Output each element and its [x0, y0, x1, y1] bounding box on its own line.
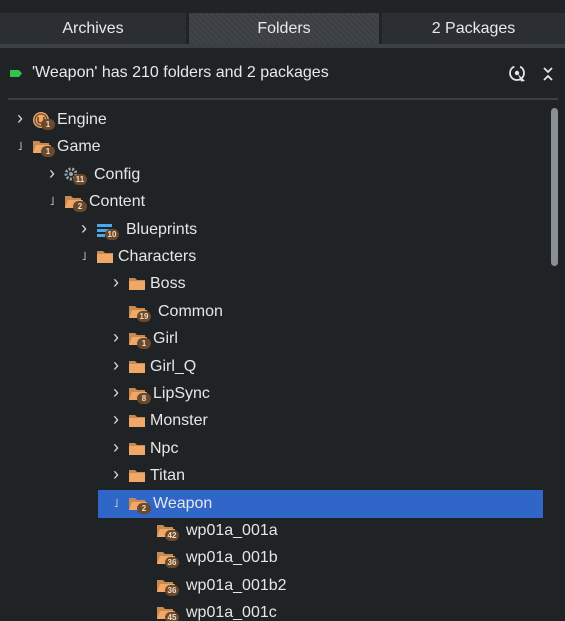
tree-item-boss[interactable]: › Boss [0, 271, 545, 297]
tree-item-wp01a-001b2[interactable]: 36 wp01a_001b2 [0, 573, 545, 599]
tree-item-label: Monster [150, 412, 208, 430]
item-count-badge: 36 [165, 557, 179, 569]
tree-item-config[interactable]: › 11 Config [0, 162, 545, 188]
locate-button[interactable] [508, 64, 528, 84]
chevron-right-icon[interactable]: › [111, 438, 121, 457]
item-count-badge: 1 [41, 119, 55, 130]
tree-item-girl-q[interactable]: › Girl_Q [0, 354, 545, 380]
chevron-down-icon[interactable]: ˩ [15, 137, 25, 155]
collapse-all-button[interactable] [540, 64, 556, 84]
header-divider [8, 98, 558, 100]
tab-folders[interactable]: Folders [189, 13, 379, 44]
chevron-right-icon[interactable]: › [15, 109, 25, 128]
tree-item-weapon[interactable]: ˩ 2 Weapon [0, 489, 545, 518]
tree-item-label: Engine [57, 111, 107, 128]
tree-item-label: LipSync [153, 385, 210, 402]
tree-item-label: Content [89, 193, 146, 211]
item-count-badge: 8 [137, 393, 151, 404]
chevron-right-icon[interactable]: › [111, 328, 121, 347]
tree-item-common[interactable]: 19 Common [0, 299, 545, 325]
item-count-badge: 42 [165, 530, 179, 541]
item-count-badge: 11 [73, 173, 87, 185]
tree-item-label: wp01a_001b2 [186, 576, 287, 594]
tree-item-wp01a-001a[interactable]: 42 wp01a_001a [0, 518, 545, 544]
tree-item-label: Config [94, 165, 141, 183]
item-count-badge: 10 [105, 228, 119, 240]
folder-icon [128, 440, 148, 458]
chevron-down-icon[interactable]: ˩ [79, 247, 89, 265]
tree-item-label: Titan [150, 467, 185, 485]
chevron-right-icon[interactable]: › [111, 465, 121, 484]
folder-icon [128, 358, 148, 376]
tree-item-engine[interactable]: › 1 Engine [0, 107, 545, 133]
folder-icon [128, 467, 148, 485]
tree-item-label: Game [57, 138, 101, 156]
chevron-down-icon[interactable]: ˩ [111, 494, 121, 512]
tree-item-wp01a-001c[interactable]: 45 wp01a_001c [0, 600, 545, 621]
item-count-badge: 45 [165, 612, 179, 621]
status-message: 'Weapon' has 210 folders and 2 packages [32, 64, 329, 81]
tab-packages[interactable]: 2 Packages [382, 13, 565, 44]
item-count-badge: 2 [73, 201, 87, 213]
tree-item-label: Girl [153, 330, 178, 348]
chevron-right-icon[interactable]: › [79, 219, 89, 238]
tree-item-label: wp01a_001c [186, 604, 277, 621]
chevron-right-icon[interactable]: › [111, 356, 121, 375]
tree-item-label: Npc [150, 439, 179, 457]
chevron-right-icon[interactable]: › [111, 273, 121, 292]
chevron-right-icon[interactable]: › [111, 383, 121, 402]
tree-item-girl[interactable]: › 1 Girl [0, 326, 545, 352]
tree-item-label: Boss [150, 275, 186, 293]
tab-bar: Archives Folders 2 Packages [0, 0, 565, 48]
tree-item-label: Girl_Q [150, 357, 197, 375]
tree-item-npc[interactable]: › Npc [0, 436, 545, 462]
tree-item-lipsync[interactable]: › 8 LipSync [0, 381, 545, 407]
tree-item-wp01a-001b[interactable]: 36 wp01a_001b [0, 545, 545, 571]
tree-item-label: Weapon [153, 494, 213, 512]
folder-tree: › 1 Engine ˩ 1 Game › 11 Config ˩ 2 Content › 10 Bluep… [0, 106, 565, 621]
tree-scrollbar[interactable] [551, 108, 558, 266]
tree-item-game[interactable]: ˩ 1 Game [0, 134, 545, 160]
tree-item-label: Blueprints [126, 220, 198, 238]
chevron-right-icon[interactable]: › [111, 410, 121, 429]
tree-item-titan[interactable]: › Titan [0, 463, 545, 489]
tree-item-content[interactable]: ˩ 2 Content [0, 189, 545, 215]
tree-item-characters[interactable]: ˩ Characters [0, 244, 545, 270]
status-indicator-icon [10, 70, 22, 77]
item-count-badge: 2 [137, 502, 151, 514]
folder-icon [128, 412, 148, 430]
chevron-down-icon[interactable]: ˩ [47, 192, 57, 210]
tree-item-label: wp01a_001a [186, 522, 278, 539]
item-count-badge: 19 [137, 310, 151, 322]
tree-item-label: Common [158, 302, 223, 320]
folder-icon [96, 248, 116, 266]
locate-icon [509, 65, 525, 82]
tree-item-blueprints[interactable]: › 10 Blueprints [0, 217, 545, 243]
chevron-right-icon[interactable]: › [47, 164, 57, 183]
tree-item-label: Characters [118, 248, 197, 265]
tree-item-label: wp01a_001b [186, 549, 278, 567]
item-count-badge: 36 [165, 584, 179, 596]
item-count-badge: 1 [137, 338, 151, 350]
tab-archives[interactable]: Archives [0, 13, 186, 44]
tree-item-monster[interactable]: › Monster [0, 408, 545, 434]
folder-icon [128, 275, 148, 293]
tab-underline [0, 44, 565, 48]
item-count-badge: 1 [41, 146, 55, 158]
collapse-all-icon [543, 67, 553, 81]
